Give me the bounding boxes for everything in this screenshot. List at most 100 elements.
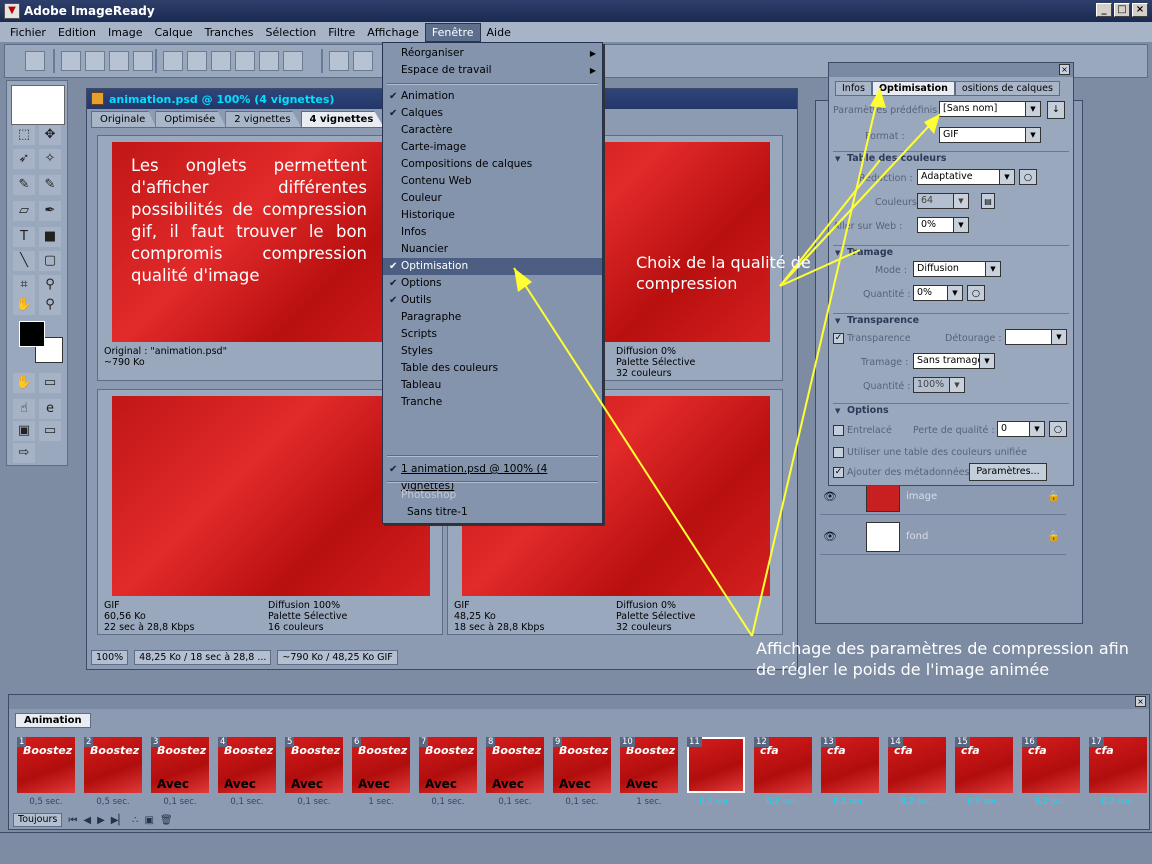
minimize-button[interactable]: _ [1096,3,1112,17]
frame-delay[interactable]: 0,1 sec. [149,797,211,807]
menu-item-9[interactable]: Nuancier [383,241,602,258]
menu-8[interactable]: Fenêtre [424,22,481,42]
menu-item-17[interactable]: Tableau [383,377,602,394]
animation-frame[interactable]: Boostez Avec 4 0,1 sec. [216,735,280,811]
frame-delay[interactable]: 1 sec. [618,797,680,807]
frame-delay[interactable]: 0,2 sec. [685,797,747,807]
rollover-preview-icon[interactable]: ☝ [13,399,35,419]
reduction-dropdown[interactable]: Adaptative [917,169,1015,185]
menu-item-3[interactable]: Carte-image [383,139,602,156]
palette-tab-2[interactable]: ositions de calques [954,81,1060,96]
rectangle-icon[interactable]: ■ [39,227,61,247]
menu-item-8[interactable]: Infos [383,224,602,241]
first-frame-icon[interactable]: ⏮ [68,815,77,826]
menu-3[interactable]: Calque [148,24,198,41]
table-icon[interactable]: ▤ [981,193,995,209]
close-icon[interactable]: × [1059,64,1070,75]
mask-icon[interactable]: ○ [1049,421,1067,437]
tween-icon[interactable]: ∴ [132,815,138,826]
animation-frame[interactable]: Boostez Avec 5 0,1 sec. [283,735,347,811]
align-bottom-icon[interactable] [211,51,231,71]
menu-0[interactable]: Fichier [4,24,52,41]
transparency-checkbox[interactable]: ✓ [833,333,844,344]
menu-4[interactable]: Tranches [199,24,260,41]
maximize-button[interactable]: □ [1114,3,1130,17]
close-icon[interactable]: × [1135,696,1146,707]
select-layer-icon[interactable] [109,51,129,71]
magic-wand-icon[interactable]: ✧ [39,149,61,169]
image-map-icon[interactable]: ▭ [39,373,61,393]
frame-delay[interactable]: 0,2 sec. [1087,797,1149,807]
align-right-icon[interactable] [283,51,303,71]
align-top-icon[interactable] [163,51,183,71]
dither-mode-dropdown[interactable]: Diffusion [913,261,1001,277]
eye-icon[interactable]: 👁 [820,530,840,543]
menu-item-12[interactable]: ✔ Outils [383,292,602,309]
frame-delay[interactable]: 0,2 sec. [752,797,814,807]
slice-icon[interactable]: ✎ [13,175,35,195]
animation-frame[interactable]: Boostez Avec 10 1 sec. [618,735,682,811]
animation-frame[interactable]: cfa 17 0,2 sec. [1087,735,1147,811]
metadata-checkbox[interactable]: ✓ [833,467,844,478]
browser-preview-icon[interactable]: e [39,399,61,419]
brush-icon[interactable]: ✒ [39,201,61,221]
preset-dropdown[interactable]: [Sans nom] [939,101,1041,117]
format-dropdown[interactable]: GIF [939,127,1041,143]
animation-frame[interactable]: Boostez Avec 7 0,1 sec. [417,735,481,811]
distribute-icon[interactable] [353,51,373,71]
web-snap-dropdown[interactable]: 0% [917,217,969,233]
distribute-icon[interactable] [329,51,349,71]
next-frame-icon[interactable]: ▶▏ [111,815,126,826]
palette-tab-0[interactable]: Infos [835,81,872,96]
section-options[interactable]: Options [833,403,1069,418]
menu-item-14[interactable]: Scripts [383,326,602,343]
play-icon[interactable]: ▶ [97,815,105,826]
crop-icon[interactable]: ⌗ [13,275,35,295]
delete-frame-icon[interactable]: 🗑 [160,815,173,826]
tab-2[interactable]: 2 vignettes [225,111,302,128]
menu-item-reorganiser[interactable]: Réorganiser ▶ [383,45,602,62]
eyedropper-color-icon[interactable]: ○ [1019,169,1037,185]
transparency-amount-dropdown[interactable]: 100% [913,377,965,393]
align-center-icon[interactable] [259,51,279,71]
settings-button[interactable]: Paramètres... [969,463,1047,481]
toggle-icon[interactable]: ▭ [39,421,61,441]
animation-frame[interactable]: Boostez 2 0,5 sec. [82,735,146,811]
align-left-icon[interactable] [235,51,255,71]
tab-3[interactable]: 4 vignettes [300,111,385,128]
animation-frame[interactable]: Boostez Avec 9 0,1 sec. [551,735,615,811]
tab-0[interactable]: Originale [91,111,157,128]
slice-select-icon[interactable]: ✎ [39,175,61,195]
tab-1[interactable]: Optimisée [155,111,227,128]
section-color-table[interactable]: Table des couleurs [833,151,1069,166]
frame-delay[interactable]: 0,1 sec. [216,797,278,807]
frame-delay[interactable]: 0,2 sec. [819,797,881,807]
eraser-icon[interactable]: ▱ [13,201,35,221]
line-icon[interactable]: ╲ [13,251,35,271]
align-middle-icon[interactable] [187,51,207,71]
frame-delay[interactable]: 0,2 sec. [1020,797,1082,807]
animation-frame[interactable]: Boostez Avec 6 1 sec. [350,735,414,811]
menu-item-4[interactable]: Compositions de calques [383,156,602,173]
tool-preset-icon[interactable] [25,51,45,71]
frame-delay[interactable]: 0,1 sec. [551,797,613,807]
colors-combo[interactable]: 64 [917,193,969,209]
menu-item-11[interactable]: ✔ Options [383,275,602,292]
frame-delay[interactable]: 0,1 sec. [417,797,479,807]
menu-item-1[interactable]: ✔ Calques [383,105,602,122]
frame-delay[interactable]: 0,2 sec. [886,797,948,807]
menu-item-7[interactable]: Historique [383,207,602,224]
lossy-dropdown[interactable]: 0 [997,421,1045,437]
tab-animation[interactable]: Animation [15,713,91,728]
select-layer-icon[interactable] [85,51,105,71]
eye-icon[interactable]: 👁 [820,490,840,503]
palette-tab-1[interactable]: Optimisation [871,81,955,96]
frame-delay[interactable]: 0,1 sec. [484,797,546,807]
marquee-icon[interactable]: ⬚ [13,125,35,145]
menu-9[interactable]: Aide [481,24,517,41]
layer-row[interactable]: 👁 fond 🔒 [820,519,1066,555]
unified-table-checkbox[interactable] [833,447,844,458]
section-transparency[interactable]: Transparence [833,313,1069,328]
frame-delay[interactable]: 0,1 sec. [283,797,345,807]
menu-item-2[interactable]: Caractère [383,122,602,139]
